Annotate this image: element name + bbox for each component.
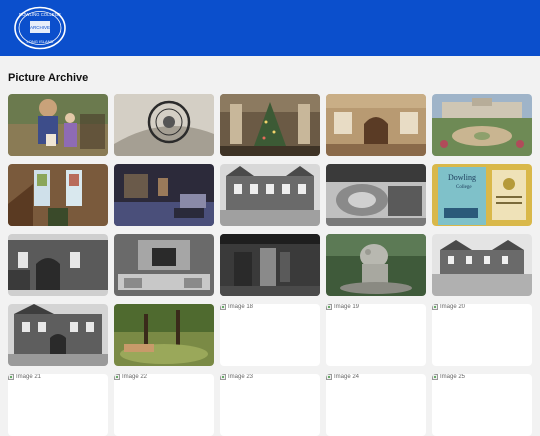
broken-image: Image 24 — [326, 374, 359, 380]
photo-image — [114, 164, 214, 226]
broken-image-icon — [432, 374, 438, 380]
photo-tile[interactable] — [8, 94, 108, 156]
broken-image-icon — [326, 374, 332, 380]
photo-image — [220, 234, 320, 296]
svg-text:Dowling: Dowling — [448, 173, 476, 182]
photo-tile[interactable] — [8, 164, 108, 226]
photo-tile[interactable] — [114, 304, 214, 366]
broken-image: Image 23 — [220, 374, 253, 380]
broken-image-icon — [8, 374, 14, 380]
svg-text:ARCHIVE: ARCHIVE — [30, 25, 50, 30]
photo-image — [220, 164, 320, 226]
image-alt-text: Image 21 — [16, 374, 42, 380]
photo-tile[interactable] — [114, 94, 214, 156]
site-header: ARCHIVE DOWLING COLLEGE LONG ISLAND — [0, 0, 540, 56]
photo-tile[interactable]: Image 19 — [326, 304, 426, 366]
broken-image: Image 19 — [326, 304, 359, 310]
photo-image — [326, 234, 426, 296]
photo-image — [114, 234, 214, 296]
photo-image — [8, 304, 108, 366]
photo-image — [8, 94, 108, 156]
photo-image — [220, 94, 320, 156]
photo-tile[interactable]: Image 20 — [432, 304, 532, 366]
broken-image: Image 18 — [220, 304, 253, 310]
photo-tile[interactable] — [326, 94, 426, 156]
photo-tile[interactable] — [114, 164, 214, 226]
photo-tile[interactable]: Image 25 — [432, 374, 532, 436]
image-alt-text: Image 22 — [122, 374, 148, 380]
photo-tile[interactable]: Dowling College — [432, 164, 532, 226]
photo-image — [114, 304, 214, 366]
photo-tile[interactable] — [432, 234, 532, 296]
photo-tile[interactable] — [432, 94, 532, 156]
broken-image-icon — [432, 304, 438, 310]
broken-image-icon — [326, 304, 332, 310]
photo-tile[interactable] — [326, 234, 426, 296]
svg-text:LONG ISLAND: LONG ISLAND — [27, 39, 54, 44]
photo-tile[interactable]: Image 23 — [220, 374, 320, 436]
broken-image: Image 22 — [114, 374, 147, 380]
page-title: Picture Archive — [8, 72, 89, 84]
photo-image — [8, 234, 108, 296]
svg-text:DOWLING COLLEGE: DOWLING COLLEGE — [19, 12, 61, 17]
photo-tile[interactable] — [326, 164, 426, 226]
image-alt-text: Image 19 — [334, 304, 360, 310]
photo-tile[interactable]: Image 21 — [8, 374, 108, 436]
image-alt-text: Image 23 — [228, 374, 254, 380]
photo-tile[interactable]: Image 24 — [326, 374, 426, 436]
image-alt-text: Image 24 — [334, 374, 360, 380]
photo-image — [326, 164, 426, 226]
photo-tile[interactable] — [220, 94, 320, 156]
photo-image: Dowling College — [432, 164, 532, 226]
photo-image — [432, 234, 532, 296]
broken-image: Image 20 — [432, 304, 465, 310]
photo-image — [114, 94, 214, 156]
photo-image — [432, 94, 532, 156]
photo-tile[interactable] — [220, 234, 320, 296]
photo-tile[interactable]: Image 18 — [220, 304, 320, 366]
image-alt-text: Image 25 — [440, 374, 466, 380]
photo-image — [8, 164, 108, 226]
photo-grid: Dowling College Image 18 Image 19 Image … — [8, 94, 534, 436]
photo-tile[interactable] — [8, 234, 108, 296]
photo-tile[interactable] — [220, 164, 320, 226]
image-alt-text: Image 18 — [228, 304, 254, 310]
broken-image-icon — [220, 374, 226, 380]
photo-tile[interactable] — [8, 304, 108, 366]
photo-tile[interactable]: Image 22 — [114, 374, 214, 436]
college-logo[interactable]: ARCHIVE DOWLING COLLEGE LONG ISLAND — [14, 6, 66, 50]
image-alt-text: Image 20 — [440, 304, 466, 310]
svg-text:College: College — [456, 185, 472, 190]
broken-image: Image 21 — [8, 374, 41, 380]
broken-image: Image 25 — [432, 374, 465, 380]
broken-image-icon — [114, 374, 120, 380]
photo-image — [326, 94, 426, 156]
broken-image-icon — [220, 304, 226, 310]
photo-tile[interactable] — [114, 234, 214, 296]
